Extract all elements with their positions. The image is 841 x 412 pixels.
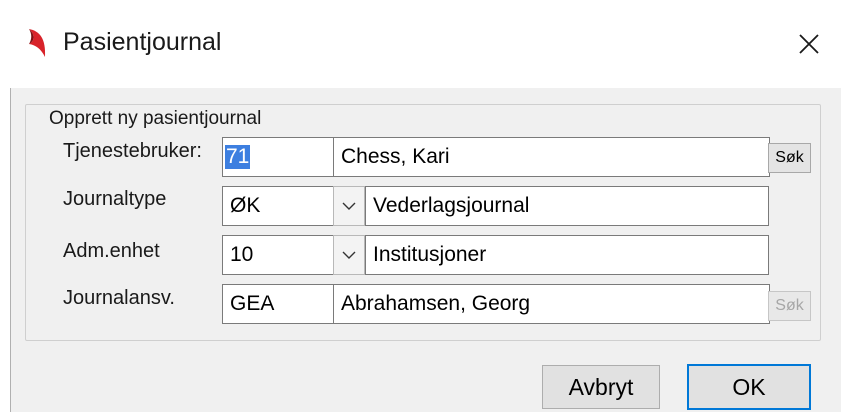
adm-enhet-label: Adm.enhet	[63, 240, 160, 262]
create-journal-groupbox: Opprett ny pasientjournal Tjenestebruker…	[25, 104, 821, 341]
chevron-down-icon	[342, 251, 356, 259]
chevron-down-icon	[342, 202, 356, 210]
journaltype-dropdown-button[interactable]	[333, 186, 365, 226]
close-icon	[799, 34, 819, 54]
title-bar: Pasientjournal	[0, 0, 841, 88]
cancel-button[interactable]: Avbryt	[542, 365, 660, 409]
journaltype-code-select[interactable]: ØK	[222, 186, 334, 226]
adm-enhet-name-field: Institusjoner	[365, 235, 769, 275]
journalansv-label: Journalansv.	[63, 287, 175, 309]
app-logo-icon	[29, 29, 46, 57]
tjenestebruker-name-field: Chess, Kari	[333, 137, 770, 177]
tjenestebruker-code-input[interactable]: 71	[222, 137, 334, 177]
adm-enhet-dropdown-button[interactable]	[333, 235, 365, 275]
window-title: Pasientjournal	[63, 28, 222, 56]
journalansv-code-input[interactable]: GEA	[222, 284, 334, 324]
tjenestebruker-label: Tjenestebruker:	[63, 140, 202, 162]
journalansv-name-field: Abrahamsen, Georg	[333, 284, 770, 324]
journaltype-label: Journaltype	[63, 188, 167, 210]
tjenestebruker-code-value: 71	[225, 145, 251, 169]
dialog-client-area: Opprett ny pasientjournal Tjenestebruker…	[10, 88, 841, 412]
journalansv-search-button[interactable]: Søk	[768, 291, 811, 321]
ok-button[interactable]: OK	[687, 364, 811, 410]
adm-enhet-code-select[interactable]: 10	[222, 235, 334, 275]
groupbox-title: Opprett ny pasientjournal	[46, 108, 265, 130]
close-button[interactable]	[777, 0, 841, 88]
journaltype-name-field: Vederlagsjournal	[365, 186, 769, 226]
tjenestebruker-search-button[interactable]: Søk	[768, 143, 811, 173]
